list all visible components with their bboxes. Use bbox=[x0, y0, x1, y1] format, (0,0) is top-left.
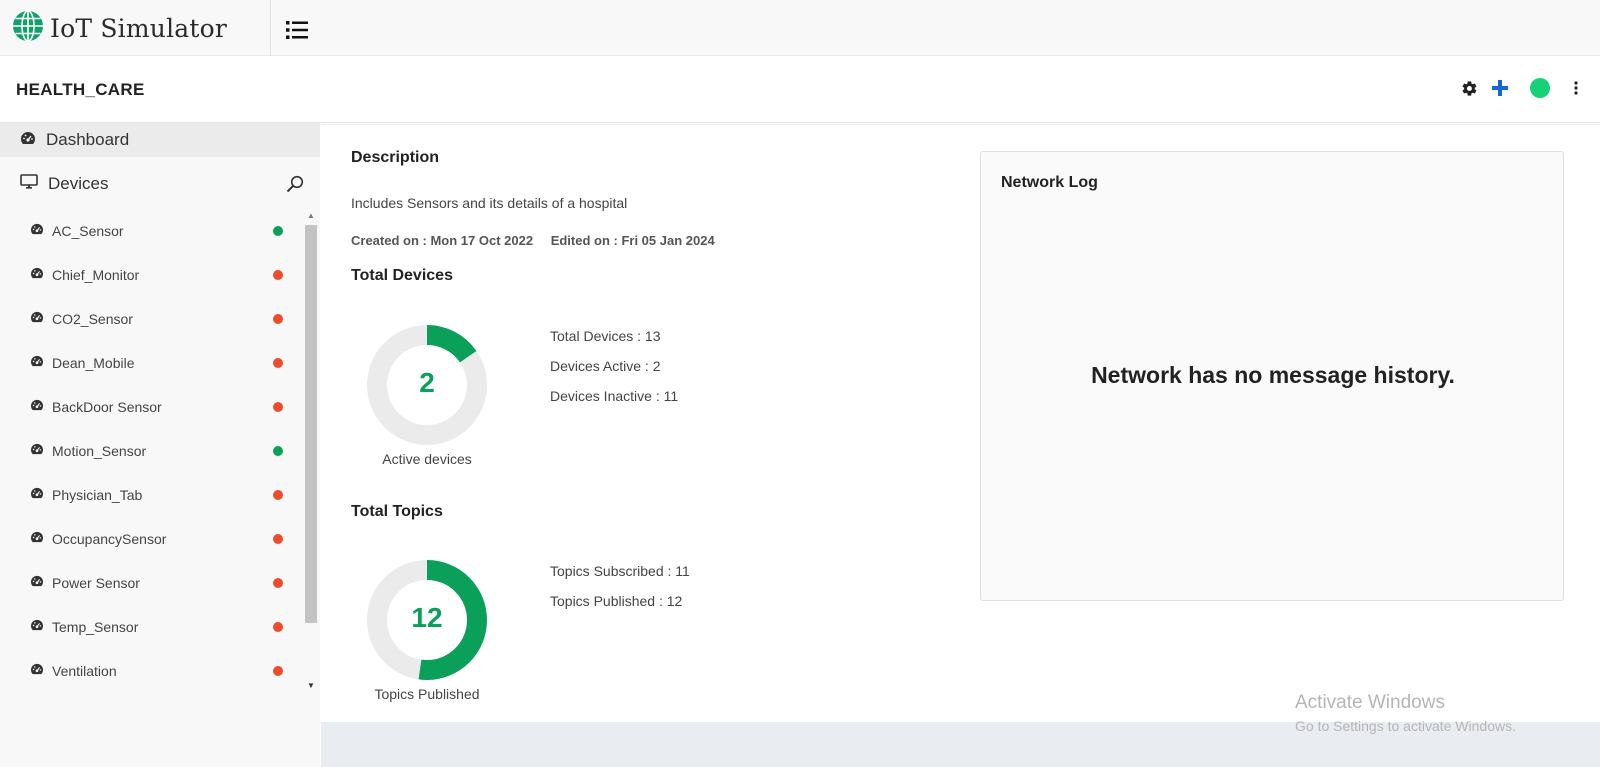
device-status-dot bbox=[273, 358, 283, 368]
gauge-icon bbox=[30, 222, 44, 240]
devices-donut-chart: 2 bbox=[367, 325, 527, 450]
network-log-empty-message: Network has no message history. bbox=[1091, 362, 1455, 388]
topics-stat: Topics Subscribed : 11 bbox=[550, 563, 690, 579]
device-list-item[interactable]: CO2_Sensor bbox=[0, 297, 303, 341]
device-name: Ventilation bbox=[52, 663, 117, 679]
dashboard-icon bbox=[20, 131, 36, 150]
device-name: Temp_Sensor bbox=[52, 619, 139, 635]
gauge-icon bbox=[30, 486, 44, 504]
gauge-icon bbox=[30, 574, 44, 592]
scroll-down-icon[interactable]: ▼ bbox=[307, 681, 315, 690]
monitor-icon bbox=[20, 173, 38, 195]
windows-activation-watermark: Activate Windows Go to Settings to activ… bbox=[1295, 692, 1516, 734]
device-status-dot bbox=[273, 534, 283, 544]
device-status-dot bbox=[273, 622, 283, 632]
watermark-line-2: Go to Settings to activate Windows. bbox=[1295, 718, 1516, 734]
device-name: CO2_Sensor bbox=[52, 311, 133, 327]
device-name: Chief_Monitor bbox=[52, 267, 140, 283]
sidebar-item-label: Dashboard bbox=[46, 130, 130, 149]
network-status-indicator bbox=[1530, 78, 1550, 98]
device-name: Dean_Mobile bbox=[52, 355, 135, 371]
device-status-dot bbox=[273, 226, 283, 236]
sidebar-item-label: Devices bbox=[48, 174, 109, 193]
gauge-icon bbox=[30, 442, 44, 460]
topics-donut-chart: 12 bbox=[367, 560, 527, 685]
devices-stat: Total Devices : 13 bbox=[550, 328, 661, 344]
gauge-icon bbox=[30, 530, 44, 548]
app-title: IoT Simulator bbox=[50, 13, 228, 43]
search-icon[interactable] bbox=[286, 175, 304, 198]
device-name: Motion_Sensor bbox=[52, 443, 147, 459]
description-title: Description bbox=[351, 149, 440, 166]
main-content: Description Includes Sensors and its det… bbox=[321, 124, 1600, 722]
device-list-item[interactable]: Power Sensor bbox=[0, 561, 303, 605]
created-date: Created on : Mon 17 Oct 2022 bbox=[351, 233, 534, 248]
device-status-dot bbox=[273, 270, 283, 280]
device-list: AC_Sensor Chief_Monitor CO2_Sensor Dean_Mob… bbox=[0, 209, 303, 693]
total-devices-title: Total Devices bbox=[351, 267, 453, 284]
gauge-icon bbox=[30, 354, 44, 372]
topics-stat: Topics Published : 12 bbox=[550, 593, 683, 609]
device-status-dot bbox=[273, 402, 283, 412]
device-status-dot bbox=[273, 314, 283, 324]
device-list-item[interactable]: Dean_Mobile bbox=[0, 341, 303, 385]
gear-icon[interactable] bbox=[1461, 80, 1478, 97]
device-list-scrollbar[interactable]: ▲ ▼ bbox=[304, 211, 318, 695]
topics-donut-caption: Topics Published bbox=[374, 686, 480, 702]
gauge-icon bbox=[30, 662, 44, 680]
devices-stat: Devices Inactive : 11 bbox=[550, 388, 679, 404]
globe-icon bbox=[12, 9, 44, 47]
device-list-item[interactable]: AC_Sensor bbox=[0, 209, 303, 253]
devices-stats: Total Devices : 13 Devices Active : 2 Devi… bbox=[550, 328, 678, 418]
devices-donut-value: 2 bbox=[419, 367, 435, 398]
device-status-dot bbox=[273, 490, 283, 500]
device-name: BackDoor Sensor bbox=[52, 399, 162, 415]
device-status-dot bbox=[273, 446, 283, 456]
devices-donut-caption: Active devices bbox=[382, 451, 472, 467]
top-bar: IoT Simulator bbox=[0, 0, 1600, 56]
network-log-title: Network Log bbox=[1001, 174, 1098, 191]
network-log-panel: Network Log Network has no message histo… bbox=[980, 151, 1564, 601]
watermark-line-1: Activate Windows bbox=[1295, 692, 1445, 713]
device-list-item[interactable]: Temp_Sensor bbox=[0, 605, 303, 649]
device-list-item[interactable]: Ventilation bbox=[0, 649, 303, 693]
total-topics-title: Total Topics bbox=[351, 503, 443, 520]
sidebar-item-devices[interactable]: Devices bbox=[0, 159, 320, 209]
meta-dates: Created on : Mon 17 Oct 2022 Edited on :… bbox=[351, 233, 729, 248]
device-list-item[interactable]: Physician_Tab bbox=[0, 473, 303, 517]
topics-stats: Topics Subscribed : 11 Topics Published :… bbox=[550, 563, 690, 623]
plus-icon[interactable] bbox=[1492, 80, 1508, 96]
device-list-item[interactable]: BackDoor Sensor bbox=[0, 385, 303, 429]
gauge-icon bbox=[30, 310, 44, 328]
scroll-up-icon[interactable]: ▲ bbox=[307, 211, 315, 220]
edited-date: Edited on : Fri 05 Jan 2024 bbox=[550, 233, 715, 248]
device-status-dot bbox=[273, 666, 283, 676]
device-name: Physician_Tab bbox=[52, 487, 143, 503]
device-list-item[interactable]: Chief_Monitor bbox=[0, 253, 303, 297]
description-text: Includes Sensors and its details of a ho… bbox=[351, 195, 628, 211]
brand[interactable]: IoT Simulator bbox=[0, 0, 271, 56]
device-name: Power Sensor bbox=[52, 575, 140, 591]
device-name: AC_Sensor bbox=[52, 223, 124, 239]
header-actions bbox=[1461, 78, 1578, 98]
topics-donut-value: 12 bbox=[411, 602, 443, 633]
kebab-menu-icon[interactable] bbox=[1574, 81, 1578, 95]
device-status-dot bbox=[273, 578, 283, 588]
gauge-icon bbox=[30, 266, 44, 284]
sidebar-item-dashboard[interactable]: Dashboard bbox=[0, 123, 320, 157]
sidebar: Dashboard Devices AC_Sensor Chief_Monitor… bbox=[0, 123, 320, 767]
device-name: OccupancySensor bbox=[52, 531, 167, 547]
device-list-item[interactable]: Motion_Sensor bbox=[0, 429, 303, 473]
gauge-icon bbox=[30, 398, 44, 416]
network-header: HEALTH_CARE bbox=[0, 56, 1600, 123]
device-list-item[interactable]: OccupancySensor bbox=[0, 517, 303, 561]
scroll-thumb[interactable] bbox=[305, 225, 317, 623]
gauge-icon bbox=[30, 618, 44, 636]
devices-stat: Devices Active : 2 bbox=[550, 358, 661, 374]
network-name: HEALTH_CARE bbox=[16, 80, 145, 99]
menu-list-icon[interactable] bbox=[286, 20, 308, 40]
